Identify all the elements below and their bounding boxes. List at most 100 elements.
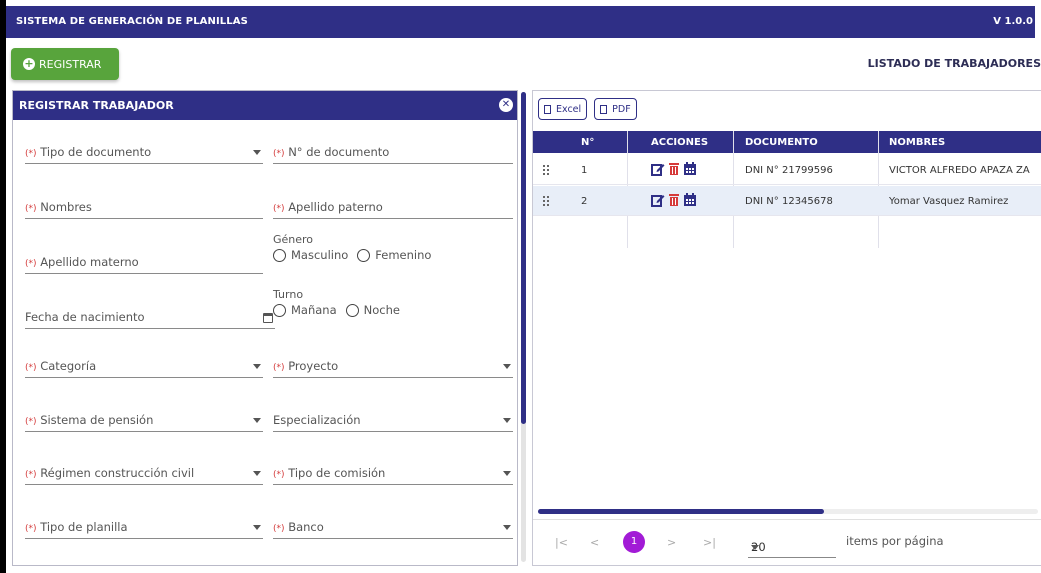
plus-icon: + xyxy=(23,57,35,70)
row-actions xyxy=(651,162,699,176)
genero-label: Género xyxy=(273,233,314,246)
proyecto-select[interactable]: (*) Proyecto xyxy=(273,356,513,378)
app-title: SISTEMA DE GENERACIÓN DE PLANILLAS xyxy=(16,16,248,27)
chevron-down-icon xyxy=(503,418,511,423)
genero-radio-group: Género Masculino Femenino xyxy=(273,233,440,262)
drag-handle-icon[interactable] xyxy=(543,196,549,206)
form-scrollbar-thumb[interactable] xyxy=(521,92,526,424)
export-excel-button[interactable]: Excel xyxy=(538,98,588,120)
chevron-down-icon xyxy=(253,150,261,155)
radio-icon xyxy=(273,303,286,317)
tipo-documento-select[interactable]: (*) Tipo de documento xyxy=(25,142,263,164)
col-acciones[interactable]: ACCIONES xyxy=(651,137,708,148)
required-mark: (*) xyxy=(273,204,285,214)
export-excel-label: Excel xyxy=(556,103,582,115)
banco-select[interactable]: (*) Banco xyxy=(273,517,513,539)
register-button-label: REGISTRAR xyxy=(39,57,102,71)
app-header: SISTEMA DE GENERACIÓN DE PLANILLAS V 1.0… xyxy=(6,6,1035,38)
table-hscroll-thumb[interactable] xyxy=(538,509,824,514)
col-documento[interactable]: DOCUMENTO xyxy=(745,137,818,148)
list-title: LISTADO DE TRABAJADORES xyxy=(867,57,1041,70)
nombres-field[interactable]: (*) Nombres xyxy=(25,197,263,219)
radio-icon xyxy=(357,248,371,262)
required-mark: (*) xyxy=(25,149,37,159)
paginator: |< < 1 > >| 20 items por página xyxy=(533,519,1041,567)
especializacion-select[interactable]: Especialización xyxy=(273,410,513,432)
nombres-label: Nombres xyxy=(40,200,92,214)
register-panel: REGISTRAR TRABAJADOR ✕ (*) Tipo de docum… xyxy=(12,90,518,566)
table-header: N° ACCIONES DOCUMENTO NOMBRES xyxy=(533,131,1041,153)
drag-handle-icon[interactable] xyxy=(543,165,549,175)
genero-femenino-radio[interactable]: Femenino xyxy=(357,248,431,262)
page-size-label: items por página xyxy=(846,534,944,548)
required-mark: (*) xyxy=(25,363,37,373)
page-size-select[interactable]: 20 xyxy=(748,534,836,558)
sistema-pension-select[interactable]: (*) Sistema de pensión xyxy=(25,410,263,432)
fecha-nacimiento-label: Fecha de nacimiento xyxy=(25,310,145,324)
row-actions xyxy=(651,193,699,207)
delete-icon[interactable] xyxy=(667,162,681,176)
edit-icon[interactable] xyxy=(651,162,665,176)
required-mark: (*) xyxy=(25,417,37,427)
apellido-materno-field[interactable]: (*) Apellido materno xyxy=(25,252,263,274)
regimen-select[interactable]: (*) Régimen construcción civil xyxy=(25,463,263,485)
banco-label: Banco xyxy=(288,520,324,534)
row-number: 2 xyxy=(581,196,588,207)
required-mark: (*) xyxy=(25,259,37,269)
apellido-paterno-field[interactable]: (*) Apellido paterno xyxy=(273,197,513,219)
workers-list-panel: Excel PDF N° ACCIONES DOCUMENTO NOMBRES … xyxy=(532,90,1041,566)
apellido-materno-label: Apellido materno xyxy=(40,255,139,269)
register-button[interactable]: + REGISTRAR xyxy=(11,48,119,80)
panel-title: REGISTRAR TRABAJADOR xyxy=(19,99,174,112)
current-page-button[interactable]: 1 xyxy=(623,531,645,553)
tipo-documento-label: Tipo de documento xyxy=(40,145,152,159)
edit-icon[interactable] xyxy=(651,193,665,207)
especializacion-label: Especialización xyxy=(273,413,361,427)
table-row[interactable]: 2 DNI N° 12345678 Yomar Vasquez Ramirez xyxy=(533,186,1041,216)
sistema-pension-label: Sistema de pensión xyxy=(40,413,154,427)
row-documento: DNI N° 21799596 xyxy=(745,165,833,176)
table-row[interactable]: 1 DNI N° 21799596 VICTOR ALFREDO APAZA Z… xyxy=(533,155,1041,185)
last-page-button[interactable]: >| xyxy=(703,536,716,549)
calendar-icon[interactable] xyxy=(683,193,697,207)
turno-manana-radio[interactable]: Mañana xyxy=(273,303,337,317)
excel-file-icon xyxy=(544,104,551,114)
numero-documento-field[interactable]: (*) N° de documento xyxy=(273,142,513,164)
categoria-select[interactable]: (*) Categoría xyxy=(25,356,263,378)
delete-icon[interactable] xyxy=(667,193,681,207)
calendar-icon[interactable] xyxy=(683,162,697,176)
tipo-comision-select[interactable]: (*) Tipo de comisión xyxy=(273,463,513,485)
row-documento: DNI N° 12345678 xyxy=(745,196,833,207)
required-mark: (*) xyxy=(25,470,37,480)
chevron-down-icon xyxy=(503,471,511,476)
turno-radio-group: Turno Mañana Noche xyxy=(273,288,409,317)
turno-noche-radio[interactable]: Noche xyxy=(345,303,400,317)
close-icon[interactable]: ✕ xyxy=(499,98,513,112)
row-number: 1 xyxy=(581,165,588,176)
first-page-button[interactable]: |< xyxy=(555,536,568,549)
export-pdf-button[interactable]: PDF xyxy=(594,98,637,120)
tipo-planilla-select[interactable]: (*) Tipo de planilla xyxy=(25,517,263,539)
calendar-icon[interactable] xyxy=(263,313,273,323)
genero-masculino-radio[interactable]: Masculino xyxy=(273,248,348,262)
export-pdf-label: PDF xyxy=(612,103,631,115)
required-mark: (*) xyxy=(273,470,285,480)
prev-page-button[interactable]: < xyxy=(590,536,599,549)
row-nombres: VICTOR ALFREDO APAZA ZA xyxy=(889,165,1030,176)
chevron-down-icon xyxy=(253,418,261,423)
required-mark: (*) xyxy=(25,524,37,534)
chevron-down-icon xyxy=(503,525,511,530)
fecha-nacimiento-field[interactable]: Fecha de nacimiento xyxy=(25,307,275,329)
proyecto-label: Proyecto xyxy=(288,359,339,373)
chevron-down-icon xyxy=(751,545,759,550)
next-page-button[interactable]: > xyxy=(667,536,676,549)
col-numero[interactable]: N° xyxy=(581,137,594,148)
chevron-down-icon xyxy=(253,471,261,476)
col-nombres[interactable]: NOMBRES xyxy=(889,137,945,148)
categoria-label: Categoría xyxy=(40,359,97,373)
turno-label: Turno xyxy=(273,288,304,301)
app-version: V 1.0.0 xyxy=(993,16,1033,27)
pdf-file-icon xyxy=(600,104,608,114)
radio-icon xyxy=(345,303,359,317)
numero-documento-label: N° de documento xyxy=(288,145,390,159)
